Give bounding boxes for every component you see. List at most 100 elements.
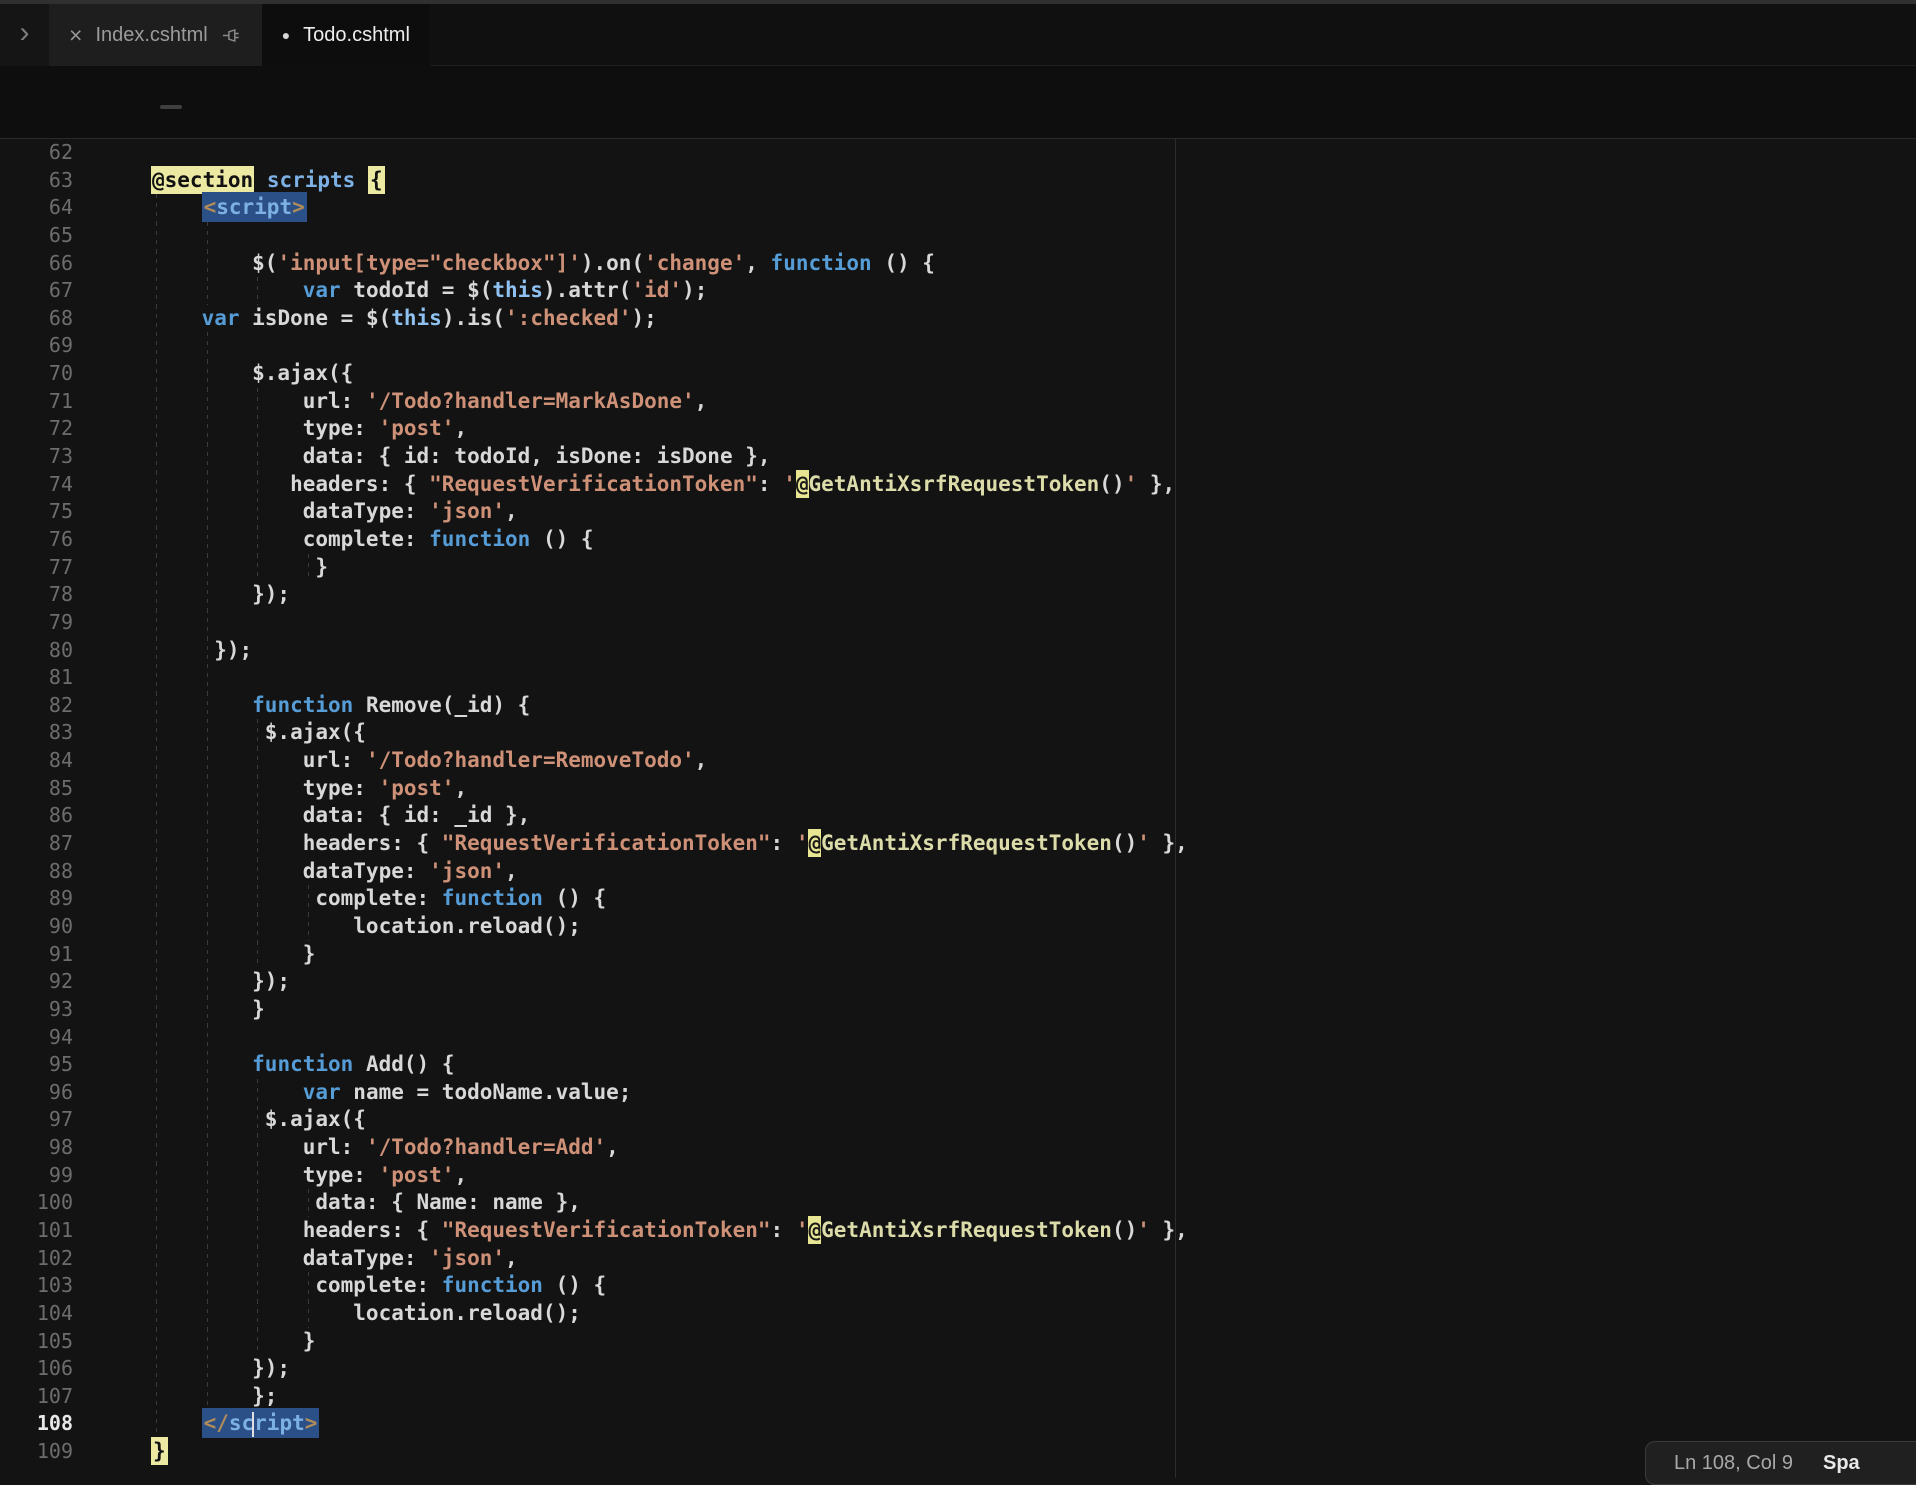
tab-index-cshtml[interactable]: × Index.cshtml [49, 4, 262, 66]
code-line[interactable]: 64 <script> [0, 194, 1916, 222]
code-line[interactable]: 94 [0, 1024, 1916, 1052]
code-text: function Add() { [151, 1051, 454, 1079]
code-text: dataType: 'json', [151, 1245, 518, 1273]
close-icon[interactable]: × [69, 24, 82, 47]
code-line[interactable]: 81 [0, 664, 1916, 692]
code-line[interactable]: 82 function Remove(_id) { [0, 692, 1916, 720]
code-text: location.reload(); [151, 1300, 581, 1328]
code-line[interactable]: 78 }); [0, 581, 1916, 609]
code-text: </script> [151, 1410, 319, 1438]
code-line[interactable]: 63@section scripts { [0, 167, 1916, 195]
code-token: , [505, 1246, 518, 1270]
code-line[interactable]: 106 }); [0, 1355, 1916, 1383]
code-text: } [151, 996, 265, 1024]
code-line[interactable]: 80 }); [0, 637, 1916, 665]
code-line[interactable]: 91 } [0, 941, 1916, 969]
code-text: @section scripts { [151, 167, 385, 195]
code-line[interactable]: 103 complete: function () { [0, 1272, 1916, 1300]
code-line[interactable]: 87 headers: { "RequestVerificationToken"… [0, 830, 1916, 858]
line-number: 73 [0, 443, 73, 471]
tab-todo-cshtml[interactable]: ● Todo.cshtml [262, 4, 430, 66]
code-line[interactable]: 66 $('input[type="checkbox"]').on('chang… [0, 250, 1916, 278]
code-token: ).on( [581, 251, 644, 275]
status-spaces[interactable]: Spa [1823, 1452, 1860, 1475]
code-token: dataType: [151, 859, 429, 883]
code-text: var isDone = $(this).is(':checked'); [151, 305, 657, 333]
code-line[interactable]: 97 $.ajax({ [0, 1106, 1916, 1134]
code-line[interactable]: 93 } [0, 996, 1916, 1024]
code-line[interactable]: 68 var isDone = $(this).is(':checked'); [0, 305, 1916, 333]
code-text: headers: { "RequestVerificationToken": '… [151, 471, 1175, 499]
code-token: 'post' [379, 776, 455, 800]
code-line[interactable]: 73 data: { id: todoId, isDone: isDone }, [0, 443, 1916, 471]
code-line[interactable]: 79 [0, 609, 1916, 637]
code-line[interactable]: 71 url: '/Todo?handler=MarkAsDone', [0, 388, 1916, 416]
code-token: '/Todo?handler=Add' [366, 1135, 606, 1159]
code-line[interactable]: 108 </script> [0, 1410, 1916, 1438]
code-text: type: 'post', [151, 415, 467, 443]
code-line[interactable]: 88 dataType: 'json', [0, 858, 1916, 886]
code-line[interactable]: 72 type: 'post', [0, 415, 1916, 443]
line-number: 106 [0, 1355, 73, 1383]
code-line[interactable]: 98 url: '/Todo?handler=Add', [0, 1134, 1916, 1162]
code-token: }); [151, 969, 290, 993]
line-number: 70 [0, 360, 73, 388]
modified-dot-icon[interactable]: ● [282, 28, 290, 42]
code-token: 'change' [644, 251, 745, 275]
code-line[interactable]: 107 }; [0, 1383, 1916, 1411]
code-line[interactable]: 96 var name = todoName.value; [0, 1079, 1916, 1107]
code-line[interactable]: 102 dataType: 'json', [0, 1245, 1916, 1273]
code-token: script [216, 195, 292, 219]
code-line[interactable]: 92 }); [0, 968, 1916, 996]
code-token: this [391, 306, 442, 330]
chevron-right-icon[interactable]: › [0, 4, 49, 66]
code-token: }); [151, 1356, 290, 1380]
code-token: ).attr( [543, 278, 632, 302]
code-line[interactable]: 101 headers: { "RequestVerificationToken… [0, 1217, 1916, 1245]
code-token: }, [1150, 1218, 1188, 1242]
code-line[interactable]: 89 complete: function () { [0, 885, 1916, 913]
line-number: 79 [0, 609, 73, 637]
code-token: }; [151, 1384, 277, 1408]
code-line[interactable]: 100 data: { Name: name }, [0, 1189, 1916, 1217]
code-line[interactable]: 83 $.ajax({ [0, 719, 1916, 747]
code-line[interactable]: 65 [0, 222, 1916, 250]
code-token: ' [783, 472, 796, 496]
code-line[interactable]: 69 [0, 332, 1916, 360]
code-token: url: [151, 1135, 366, 1159]
line-number: 100 [0, 1189, 73, 1217]
code-line[interactable]: 77 } [0, 554, 1916, 582]
line-number: 68 [0, 305, 73, 333]
code-line[interactable]: 104 location.reload(); [0, 1300, 1916, 1328]
code-token [254, 168, 267, 192]
code-line[interactable]: 67 var todoId = $(this).attr('id'); [0, 277, 1916, 305]
code-line[interactable]: 76 complete: function () { [0, 526, 1916, 554]
code-line[interactable]: 90 location.reload(); [0, 913, 1916, 941]
code-token: function [442, 886, 543, 910]
code-line[interactable]: 86 data: { id: _id }, [0, 802, 1916, 830]
editor-rows[interactable]: 6263@section scripts {64 <script>6566 $(… [0, 139, 1916, 1466]
code-token: script [229, 1411, 305, 1435]
line-number: 81 [0, 664, 73, 692]
code-text: <script> [151, 194, 307, 222]
code-line[interactable]: 105 } [0, 1328, 1916, 1356]
code-token: { [368, 166, 385, 194]
pin-icon[interactable] [221, 25, 242, 46]
code-line[interactable]: 99 type: 'post', [0, 1162, 1916, 1190]
code-token: ).is( [442, 306, 505, 330]
code-token: headers: { [151, 1218, 442, 1242]
line-number: 67 [0, 277, 73, 305]
code-line[interactable]: 62 [0, 139, 1916, 167]
code-line[interactable]: 75 dataType: 'json', [0, 498, 1916, 526]
code-line[interactable]: 84 url: '/Todo?handler=RemoveTodo', [0, 747, 1916, 775]
code-token: $( [151, 251, 277, 275]
code-token: () [1112, 1218, 1137, 1242]
code-line[interactable]: 109} [0, 1438, 1916, 1466]
status-pill[interactable]: Ln 108, Col 9 Spa [1645, 1441, 1916, 1485]
status-line-col[interactable]: Ln 108, Col 9 [1674, 1452, 1793, 1475]
code-token: 'id' [631, 278, 682, 302]
code-line[interactable]: 70 $.ajax({ [0, 360, 1916, 388]
code-line[interactable]: 95 function Add() { [0, 1051, 1916, 1079]
code-line[interactable]: 85 type: 'post', [0, 775, 1916, 803]
code-line[interactable]: 74 headers: { "RequestVerificationToken"… [0, 471, 1916, 499]
